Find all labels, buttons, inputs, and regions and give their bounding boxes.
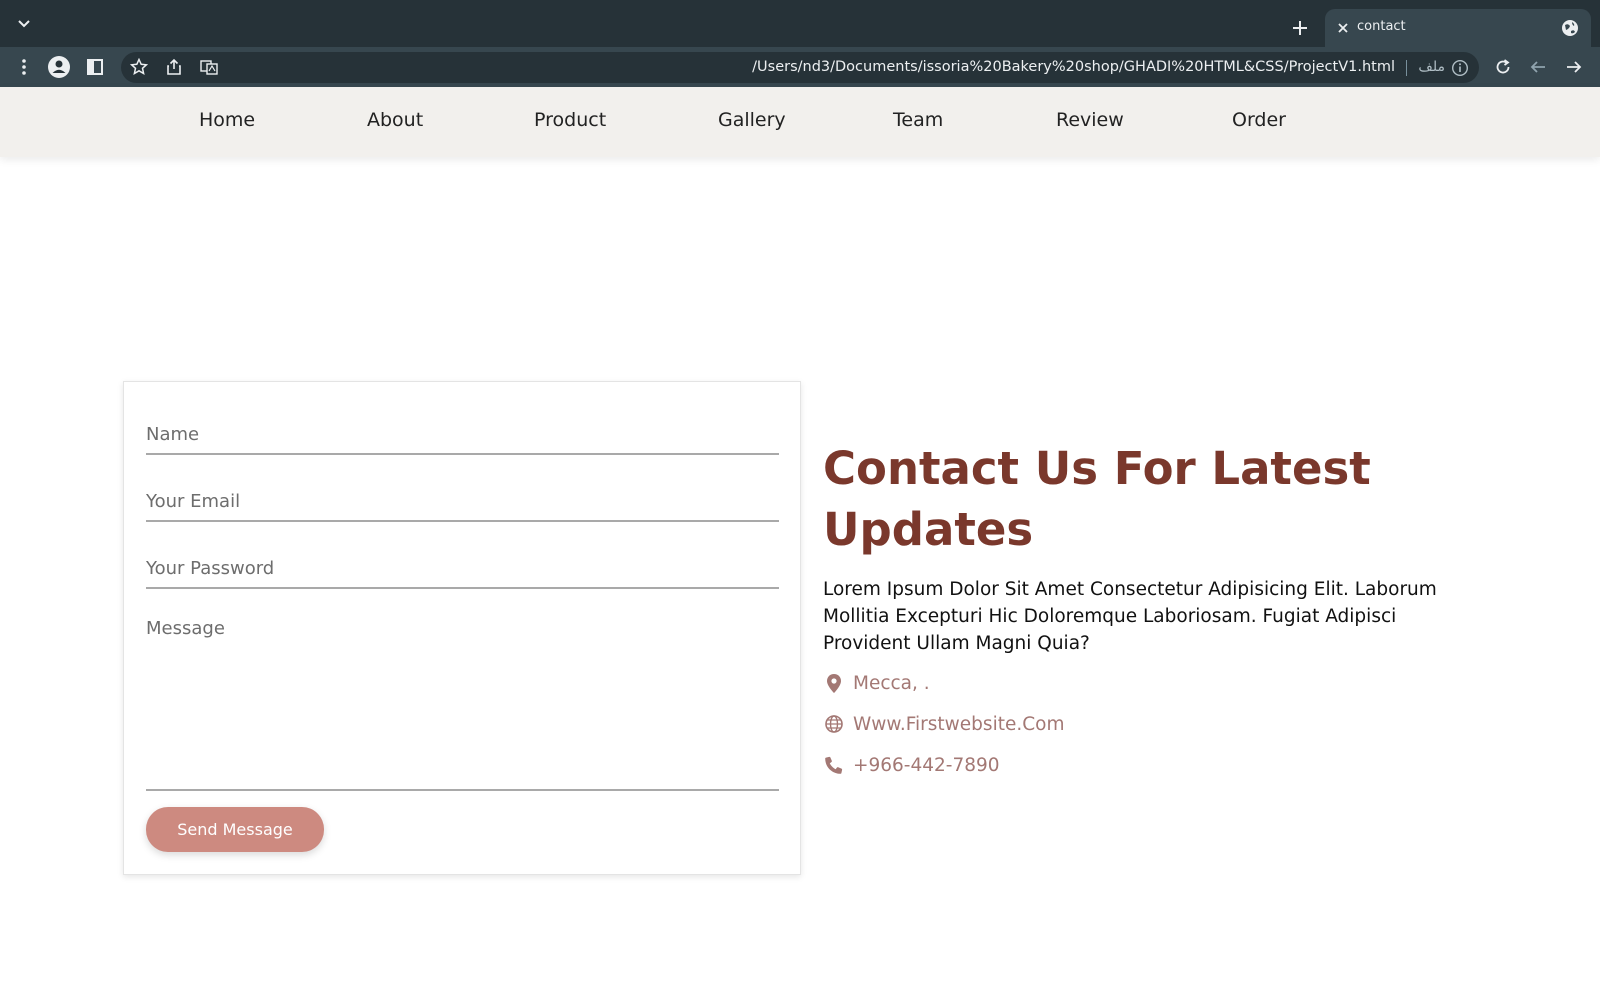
nav-item-order[interactable]: Order: [1232, 109, 1286, 131]
message-textarea[interactable]: [146, 617, 779, 791]
nav-item-home[interactable]: Home: [199, 109, 255, 131]
reload-icon: [1496, 59, 1510, 74]
nav-item-review[interactable]: Review: [1056, 109, 1124, 131]
more-vertical-icon: [22, 59, 26, 75]
email-input[interactable]: [146, 491, 779, 522]
arrow-right-icon: [1567, 61, 1582, 73]
globe-icon: [1562, 20, 1578, 36]
close-icon: [1338, 23, 1348, 33]
profile-button[interactable]: [47, 55, 71, 79]
url-scheme-label: ملف: [1418, 59, 1445, 75]
star-icon: [130, 58, 148, 76]
contact-form: Send Message: [123, 381, 801, 875]
nav-item-product[interactable]: Product: [534, 109, 606, 131]
url-text: /Users/nd3/Documents/issoria%20Bakery%20…: [752, 59, 1395, 75]
nav-item-gallery[interactable]: Gallery: [718, 109, 786, 131]
globe-icon: [823, 713, 845, 735]
site-navbar: Home About Product Gallery Team Review O…: [0, 87, 1600, 157]
info-icon[interactable]: [1451, 59, 1469, 77]
contact-info: Contact Us For Latest Updates Lorem Ipsu…: [823, 438, 1463, 657]
nav-item-team[interactable]: Team: [893, 109, 943, 131]
chevron-down-icon: [18, 20, 30, 28]
share-icon: [167, 58, 181, 75]
send-message-button[interactable]: Send Message: [146, 807, 324, 852]
reload-button[interactable]: [1491, 55, 1515, 79]
map-marker-icon: [823, 672, 845, 694]
tab-close-button[interactable]: [1335, 20, 1351, 36]
phone-link[interactable]: +966-442-7890: [853, 755, 1000, 776]
browser-tab[interactable]: contact: [1325, 9, 1591, 47]
tab-search-button[interactable]: [12, 14, 36, 34]
location-text: Mecca, .: [853, 672, 930, 694]
browser-tab-strip: contact: [0, 0, 1600, 47]
side-panel-icon: [87, 59, 103, 75]
share-button[interactable]: [162, 55, 186, 79]
address-bar[interactable]: /Users/nd3/Documents/issoria%20Bakery%20…: [121, 52, 1479, 83]
translate-icon: [200, 60, 218, 75]
back-button[interactable]: [1526, 55, 1550, 79]
side-panel-button[interactable]: [83, 55, 107, 79]
profile-icon: [48, 56, 70, 78]
url-separator: [1406, 60, 1407, 76]
password-input[interactable]: [146, 558, 779, 589]
contact-heading: Contact Us For Latest Updates: [823, 442, 1371, 556]
bookmark-button[interactable]: [127, 55, 151, 79]
name-input[interactable]: [146, 424, 779, 455]
phone-line: +966-442-7890: [823, 752, 1000, 778]
contact-description: Lorem Ipsum Dolor Sit Amet Consectetur A…: [823, 579, 1437, 654]
website-link[interactable]: Www.Firstwebsite.Com: [853, 714, 1064, 735]
location-line: Mecca, .: [823, 670, 930, 696]
forward-button[interactable]: [1562, 55, 1586, 79]
website-line: Www.Firstwebsite.Com: [823, 711, 1064, 737]
browser-menu-button[interactable]: [12, 55, 36, 79]
tab-title: contact: [1357, 19, 1406, 34]
phone-icon: [823, 754, 845, 776]
arrow-left-icon: [1530, 61, 1545, 73]
plus-icon: [1293, 21, 1307, 35]
nav-item-about[interactable]: About: [367, 109, 423, 131]
translate-button[interactable]: [197, 55, 221, 79]
browser-toolbar: /Users/nd3/Documents/issoria%20Bakery%20…: [0, 47, 1600, 87]
new-tab-button[interactable]: [1285, 14, 1315, 42]
